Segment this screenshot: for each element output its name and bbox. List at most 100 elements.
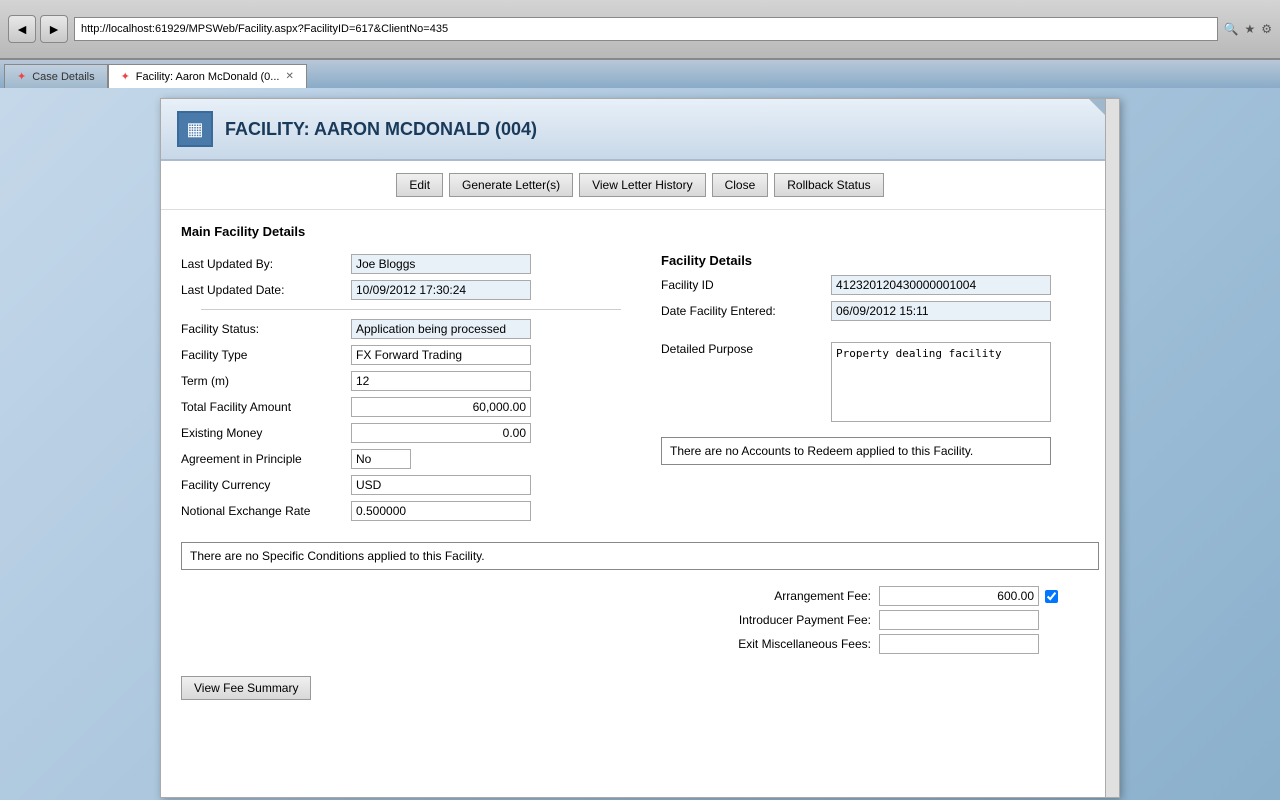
- existing-money-row: Existing Money: [181, 422, 641, 444]
- facility-currency-value: [351, 475, 531, 495]
- tab-icon-case: ✦: [17, 70, 26, 83]
- close-button[interactable]: Close: [712, 173, 769, 197]
- tab-icon-facility: ✦: [121, 70, 130, 83]
- facility-details-heading: Facility Details: [661, 253, 1099, 268]
- tab-case-label: Case Details: [32, 71, 94, 83]
- existing-money-field: [351, 423, 531, 443]
- facility-id-label: Facility ID: [661, 278, 831, 292]
- last-updated-by-field: [351, 254, 531, 274]
- detailed-purpose-value: Property dealing facility: [831, 342, 1051, 425]
- date-entered-field: [831, 301, 1051, 321]
- notional-rate-row: Notional Exchange Rate: [181, 500, 641, 522]
- no-specific-conditions-message: There are no Specific Conditions applied…: [181, 542, 1099, 570]
- back-button[interactable]: ◄: [8, 15, 36, 43]
- tab-facility-label: Facility: Aaron McDonald (0...: [136, 71, 280, 83]
- nav-controls: ◄ ►: [8, 15, 68, 43]
- facility-currency-row: Facility Currency: [181, 474, 641, 496]
- agreement-row: Agreement in Principle: [181, 448, 641, 470]
- exit-fee-row: Exit Miscellaneous Fees:: [699, 634, 1099, 654]
- facility-type-row: Facility Type: [181, 344, 641, 366]
- browser-chrome: ◄ ► 🔍 ★ ⚙: [0, 0, 1280, 60]
- address-bar[interactable]: [74, 17, 1218, 41]
- arrangement-fee-row: Arrangement Fee:: [699, 586, 1099, 606]
- facility-id-field: [831, 275, 1051, 295]
- arrangement-fee-field: [879, 586, 1039, 606]
- fees-table: Arrangement Fee: Introducer Payment Fee:…: [699, 586, 1099, 658]
- last-updated-date-field: [351, 280, 531, 300]
- tab-close-button[interactable]: ✕: [285, 71, 293, 82]
- detailed-purpose-field: Property dealing facility: [831, 342, 1051, 422]
- agreement-label: Agreement in Principle: [181, 452, 351, 466]
- detailed-purpose-label: Detailed Purpose: [661, 342, 831, 356]
- exit-fee-field: [879, 634, 1039, 654]
- total-facility-row: Total Facility Amount: [181, 396, 641, 418]
- last-updated-by-label: Last Updated By:: [181, 257, 351, 271]
- term-label: Term (m): [181, 374, 351, 388]
- header-icon: ▦: [177, 111, 213, 147]
- last-updated-date-row: Last Updated Date:: [181, 279, 641, 301]
- facility-type-value: [351, 345, 531, 365]
- facility-currency-field: [351, 475, 531, 495]
- term-field: [351, 371, 531, 391]
- toolbar: Edit Generate Letter(s) View Letter Hist…: [161, 161, 1119, 210]
- date-entered-row: Date Facility Entered:: [661, 300, 1099, 322]
- last-updated-date-label: Last Updated Date:: [181, 283, 351, 297]
- left-column: Last Updated By: Last Updated Date: Faci…: [181, 253, 641, 526]
- agreement-field: [351, 449, 411, 469]
- content-wrapper: ▦ FACILITY: AARON MCDONALD (004) Edit Ge…: [0, 88, 1280, 800]
- exit-fee-label: Exit Miscellaneous Fees:: [699, 637, 879, 651]
- page-container: ▦ FACILITY: AARON MCDONALD (004) Edit Ge…: [160, 98, 1120, 798]
- facility-type-label: Facility Type: [181, 348, 351, 362]
- edit-button[interactable]: Edit: [396, 173, 443, 197]
- introducer-fee-field: [879, 610, 1039, 630]
- generate-letter-button[interactable]: Generate Letter(s): [449, 173, 573, 197]
- scrollbar[interactable]: [1105, 99, 1119, 797]
- introducer-fee-row: Introducer Payment Fee:: [699, 610, 1099, 630]
- detailed-purpose-row: Detailed Purpose Property dealing facili…: [661, 342, 1099, 425]
- notional-rate-field: [351, 501, 531, 521]
- forward-button[interactable]: ►: [40, 15, 68, 43]
- view-letter-history-button[interactable]: View Letter History: [579, 173, 705, 197]
- arrangement-fee-checkbox[interactable]: [1045, 590, 1058, 603]
- date-entered-label: Date Facility Entered:: [661, 304, 831, 318]
- existing-money-value: [351, 423, 531, 443]
- favorites-icon: ★: [1244, 22, 1255, 36]
- tab-facility[interactable]: ✦ Facility: Aaron McDonald (0... ✕: [108, 64, 307, 88]
- last-updated-by-row: Last Updated By:: [181, 253, 641, 275]
- total-facility-label: Total Facility Amount: [181, 400, 351, 414]
- facility-status-field: [351, 319, 531, 339]
- last-updated-date-value: [351, 280, 531, 300]
- term-row: Term (m): [181, 370, 641, 392]
- facility-type-field: [351, 345, 531, 365]
- no-accounts-message: There are no Accounts to Redeem applied …: [661, 437, 1051, 465]
- main-facility-details-title: Main Facility Details: [161, 218, 1119, 245]
- notional-rate-label: Notional Exchange Rate: [181, 504, 351, 518]
- facility-status-value: [351, 319, 531, 339]
- arrangement-fee-label: Arrangement Fee:: [699, 589, 879, 603]
- total-facility-value: [351, 397, 531, 417]
- facility-id-row: Facility ID: [661, 274, 1099, 296]
- bottom-toolbar: View Fee Summary: [161, 666, 1119, 710]
- tab-case-details[interactable]: ✦ Case Details: [4, 64, 108, 88]
- grid-icon: ▦: [186, 119, 203, 140]
- existing-money-label: Existing Money: [181, 426, 351, 440]
- total-facility-field: [351, 397, 531, 417]
- right-column: Facility Details Facility ID Date Facili…: [641, 253, 1099, 526]
- view-fee-summary-button[interactable]: View Fee Summary: [181, 676, 311, 700]
- page-title: FACILITY: AARON MCDONALD (004): [225, 119, 537, 140]
- term-value: [351, 371, 531, 391]
- rollback-status-button[interactable]: Rollback Status: [774, 173, 883, 197]
- facility-status-label: Facility Status:: [181, 322, 351, 336]
- facility-id-value: [831, 275, 1099, 295]
- form-area: Last Updated By: Last Updated Date: Faci…: [161, 245, 1119, 534]
- fees-area: Arrangement Fee: Introducer Payment Fee:…: [161, 578, 1119, 666]
- page-header: ▦ FACILITY: AARON MCDONALD (004): [161, 99, 1119, 161]
- search-icon: 🔍: [1224, 22, 1239, 36]
- facility-currency-label: Facility Currency: [181, 478, 351, 492]
- divider-1: [201, 309, 621, 310]
- tools-icon: ⚙: [1261, 22, 1272, 36]
- introducer-fee-label: Introducer Payment Fee:: [699, 613, 879, 627]
- agreement-value: [351, 449, 531, 469]
- last-updated-by-value: [351, 254, 531, 274]
- notional-rate-value: [351, 501, 531, 521]
